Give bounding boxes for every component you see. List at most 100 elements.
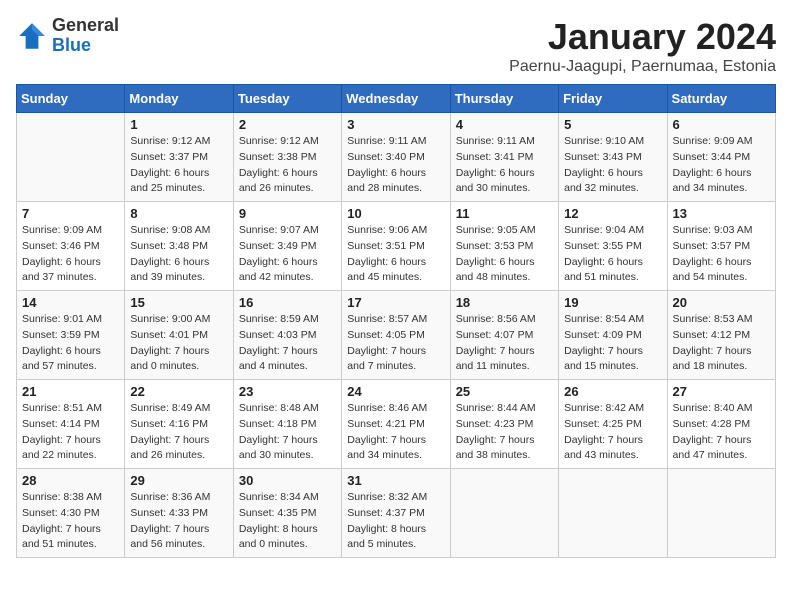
day-number: 24: [347, 384, 444, 399]
calendar-cell: 18 Sunrise: 8:56 AMSunset: 4:07 PMDayligh…: [450, 291, 558, 380]
day-info: Sunrise: 9:05 AMSunset: 3:53 PMDaylight:…: [456, 223, 553, 286]
day-info: Sunrise: 9:03 AMSunset: 3:57 PMDaylight:…: [673, 223, 770, 286]
day-info: Sunrise: 8:54 AMSunset: 4:09 PMDaylight:…: [564, 312, 661, 375]
day-number: 30: [239, 473, 336, 488]
calendar-cell: 27 Sunrise: 8:40 AMSunset: 4:28 PMDayligh…: [667, 380, 775, 469]
day-number: 14: [22, 295, 119, 310]
day-number: 5: [564, 117, 661, 132]
day-info: Sunrise: 9:00 AMSunset: 4:01 PMDaylight:…: [130, 312, 227, 375]
day-number: 29: [130, 473, 227, 488]
calendar-cell: 15 Sunrise: 9:00 AMSunset: 4:01 PMDayligh…: [125, 291, 233, 380]
day-number: 18: [456, 295, 553, 310]
day-info: Sunrise: 8:51 AMSunset: 4:14 PMDaylight:…: [22, 401, 119, 464]
day-number: 20: [673, 295, 770, 310]
calendar-cell: 17 Sunrise: 8:57 AMSunset: 4:05 PMDayligh…: [342, 291, 450, 380]
calendar-cell: 4 Sunrise: 9:11 AMSunset: 3:41 PMDaylight…: [450, 113, 558, 202]
logo-text: General Blue: [52, 16, 119, 56]
day-info: Sunrise: 9:09 AMSunset: 3:44 PMDaylight:…: [673, 134, 770, 197]
calendar-cell: 2 Sunrise: 9:12 AMSunset: 3:38 PMDaylight…: [233, 113, 341, 202]
calendar-cell: 6 Sunrise: 9:09 AMSunset: 3:44 PMDaylight…: [667, 113, 775, 202]
header-cell-sunday: Sunday: [17, 85, 125, 113]
calendar-cell: 14Sunrise: 9:01 AMSunset: 3:59 PMDayligh…: [17, 291, 125, 380]
calendar-cell: 28Sunrise: 8:38 AMSunset: 4:30 PMDayligh…: [17, 469, 125, 558]
header-row: SundayMondayTuesdayWednesdayThursdayFrid…: [17, 85, 776, 113]
day-info: Sunrise: 9:06 AMSunset: 3:51 PMDaylight:…: [347, 223, 444, 286]
page-title: January 2024: [509, 16, 776, 58]
calendar-week-3: 21 Sunrise: 8:51 AMSunset: 4:14 PMDayligh…: [17, 380, 776, 469]
page-subtitle: Paernu-Jaagupi, Paernumaa, Estonia: [509, 58, 776, 76]
day-number: 17: [347, 295, 444, 310]
day-number: 12: [564, 206, 661, 221]
calendar-week-1: 7Sunrise: 9:09 AMSunset: 3:46 PMDaylight…: [17, 202, 776, 291]
day-info: Sunrise: 8:56 AMSunset: 4:07 PMDaylight:…: [456, 312, 553, 375]
day-info: Sunrise: 8:57 AMSunset: 4:05 PMDaylight:…: [347, 312, 444, 375]
day-info: Sunrise: 8:32 AMSunset: 4:37 PMDaylight:…: [347, 490, 444, 553]
logo-blue: Blue: [52, 36, 119, 56]
day-info: Sunrise: 8:42 AMSunset: 4:25 PMDaylight:…: [564, 401, 661, 464]
calendar-header: SundayMondayTuesdayWednesdayThursdayFrid…: [17, 85, 776, 113]
calendar-cell: 23 Sunrise: 8:48 AMSunset: 4:18 PMDayligh…: [233, 380, 341, 469]
calendar-week-4: 28Sunrise: 8:38 AMSunset: 4:30 PMDayligh…: [17, 469, 776, 558]
calendar-cell: [559, 469, 667, 558]
day-number: 22: [130, 384, 227, 399]
header-cell-thursday: Thursday: [450, 85, 558, 113]
calendar-cell: [667, 469, 775, 558]
day-number: 21: [22, 384, 119, 399]
day-info: Sunrise: 9:12 AMSunset: 3:38 PMDaylight:…: [239, 134, 336, 197]
day-info: Sunrise: 8:40 AMSunset: 4:28 PMDaylight:…: [673, 401, 770, 464]
day-number: 11: [456, 206, 553, 221]
calendar-cell: 30 Sunrise: 8:34 AMSunset: 4:35 PMDayligh…: [233, 469, 341, 558]
day-number: 31: [347, 473, 444, 488]
calendar-cell: 16Sunrise: 8:59 AMSunset: 4:03 PMDayligh…: [233, 291, 341, 380]
day-info: Sunrise: 9:11 AMSunset: 3:41 PMDaylight:…: [456, 134, 553, 197]
header-cell-saturday: Saturday: [667, 85, 775, 113]
day-info: Sunrise: 9:12 AMSunset: 3:37 PMDaylight:…: [130, 134, 227, 197]
day-info: Sunrise: 9:04 AMSunset: 3:55 PMDaylight:…: [564, 223, 661, 286]
day-number: 27: [673, 384, 770, 399]
day-info: Sunrise: 8:44 AMSunset: 4:23 PMDaylight:…: [456, 401, 553, 464]
calendar-cell: 31 Sunrise: 8:32 AMSunset: 4:37 PMDayligh…: [342, 469, 450, 558]
day-info: Sunrise: 8:34 AMSunset: 4:35 PMDaylight:…: [239, 490, 336, 553]
day-number: 2: [239, 117, 336, 132]
calendar-cell: 26Sunrise: 8:42 AMSunset: 4:25 PMDayligh…: [559, 380, 667, 469]
calendar-week-2: 14Sunrise: 9:01 AMSunset: 3:59 PMDayligh…: [17, 291, 776, 380]
header-cell-tuesday: Tuesday: [233, 85, 341, 113]
calendar-cell: 7Sunrise: 9:09 AMSunset: 3:46 PMDaylight…: [17, 202, 125, 291]
day-info: Sunrise: 9:07 AMSunset: 3:49 PMDaylight:…: [239, 223, 336, 286]
calendar-table: SundayMondayTuesdayWednesdayThursdayFrid…: [16, 84, 776, 558]
calendar-cell: 5 Sunrise: 9:10 AMSunset: 3:43 PMDaylight…: [559, 113, 667, 202]
calendar-cell: 29 Sunrise: 8:36 AMSunset: 4:33 PMDayligh…: [125, 469, 233, 558]
calendar-cell: 22Sunrise: 8:49 AMSunset: 4:16 PMDayligh…: [125, 380, 233, 469]
day-info: Sunrise: 8:59 AMSunset: 4:03 PMDaylight:…: [239, 312, 336, 375]
day-info: Sunrise: 8:53 AMSunset: 4:12 PMDaylight:…: [673, 312, 770, 375]
day-number: 3: [347, 117, 444, 132]
day-number: 1: [130, 117, 227, 132]
calendar-cell: 8Sunrise: 9:08 AMSunset: 3:48 PMDaylight…: [125, 202, 233, 291]
calendar-cell: 19 Sunrise: 8:54 AMSunset: 4:09 PMDayligh…: [559, 291, 667, 380]
day-number: 25: [456, 384, 553, 399]
day-number: 19: [564, 295, 661, 310]
day-info: Sunrise: 9:10 AMSunset: 3:43 PMDaylight:…: [564, 134, 661, 197]
calendar-cell: 9Sunrise: 9:07 AMSunset: 3:49 PMDaylight…: [233, 202, 341, 291]
logo: General Blue: [16, 16, 119, 56]
calendar-cell: [450, 469, 558, 558]
day-number: 23: [239, 384, 336, 399]
calendar-week-0: 1 Sunrise: 9:12 AMSunset: 3:37 PMDaylight…: [17, 113, 776, 202]
calendar-cell: 25 Sunrise: 8:44 AMSunset: 4:23 PMDayligh…: [450, 380, 558, 469]
day-info: Sunrise: 9:08 AMSunset: 3:48 PMDaylight:…: [130, 223, 227, 286]
day-info: Sunrise: 8:48 AMSunset: 4:18 PMDaylight:…: [239, 401, 336, 464]
calendar-cell: 11 Sunrise: 9:05 AMSunset: 3:53 PMDayligh…: [450, 202, 558, 291]
header-cell-monday: Monday: [125, 85, 233, 113]
day-number: 15: [130, 295, 227, 310]
calendar-cell: [17, 113, 125, 202]
calendar-cell: 13Sunrise: 9:03 AMSunset: 3:57 PMDayligh…: [667, 202, 775, 291]
logo-icon: [16, 20, 48, 52]
day-number: 6: [673, 117, 770, 132]
header-cell-wednesday: Wednesday: [342, 85, 450, 113]
title-block: January 2024 Paernu-Jaagupi, Paernumaa, …: [509, 16, 776, 76]
calendar-body: 1 Sunrise: 9:12 AMSunset: 3:37 PMDaylight…: [17, 113, 776, 558]
day-info: Sunrise: 8:36 AMSunset: 4:33 PMDaylight:…: [130, 490, 227, 553]
day-number: 7: [22, 206, 119, 221]
calendar-cell: 21 Sunrise: 8:51 AMSunset: 4:14 PMDayligh…: [17, 380, 125, 469]
day-number: 4: [456, 117, 553, 132]
